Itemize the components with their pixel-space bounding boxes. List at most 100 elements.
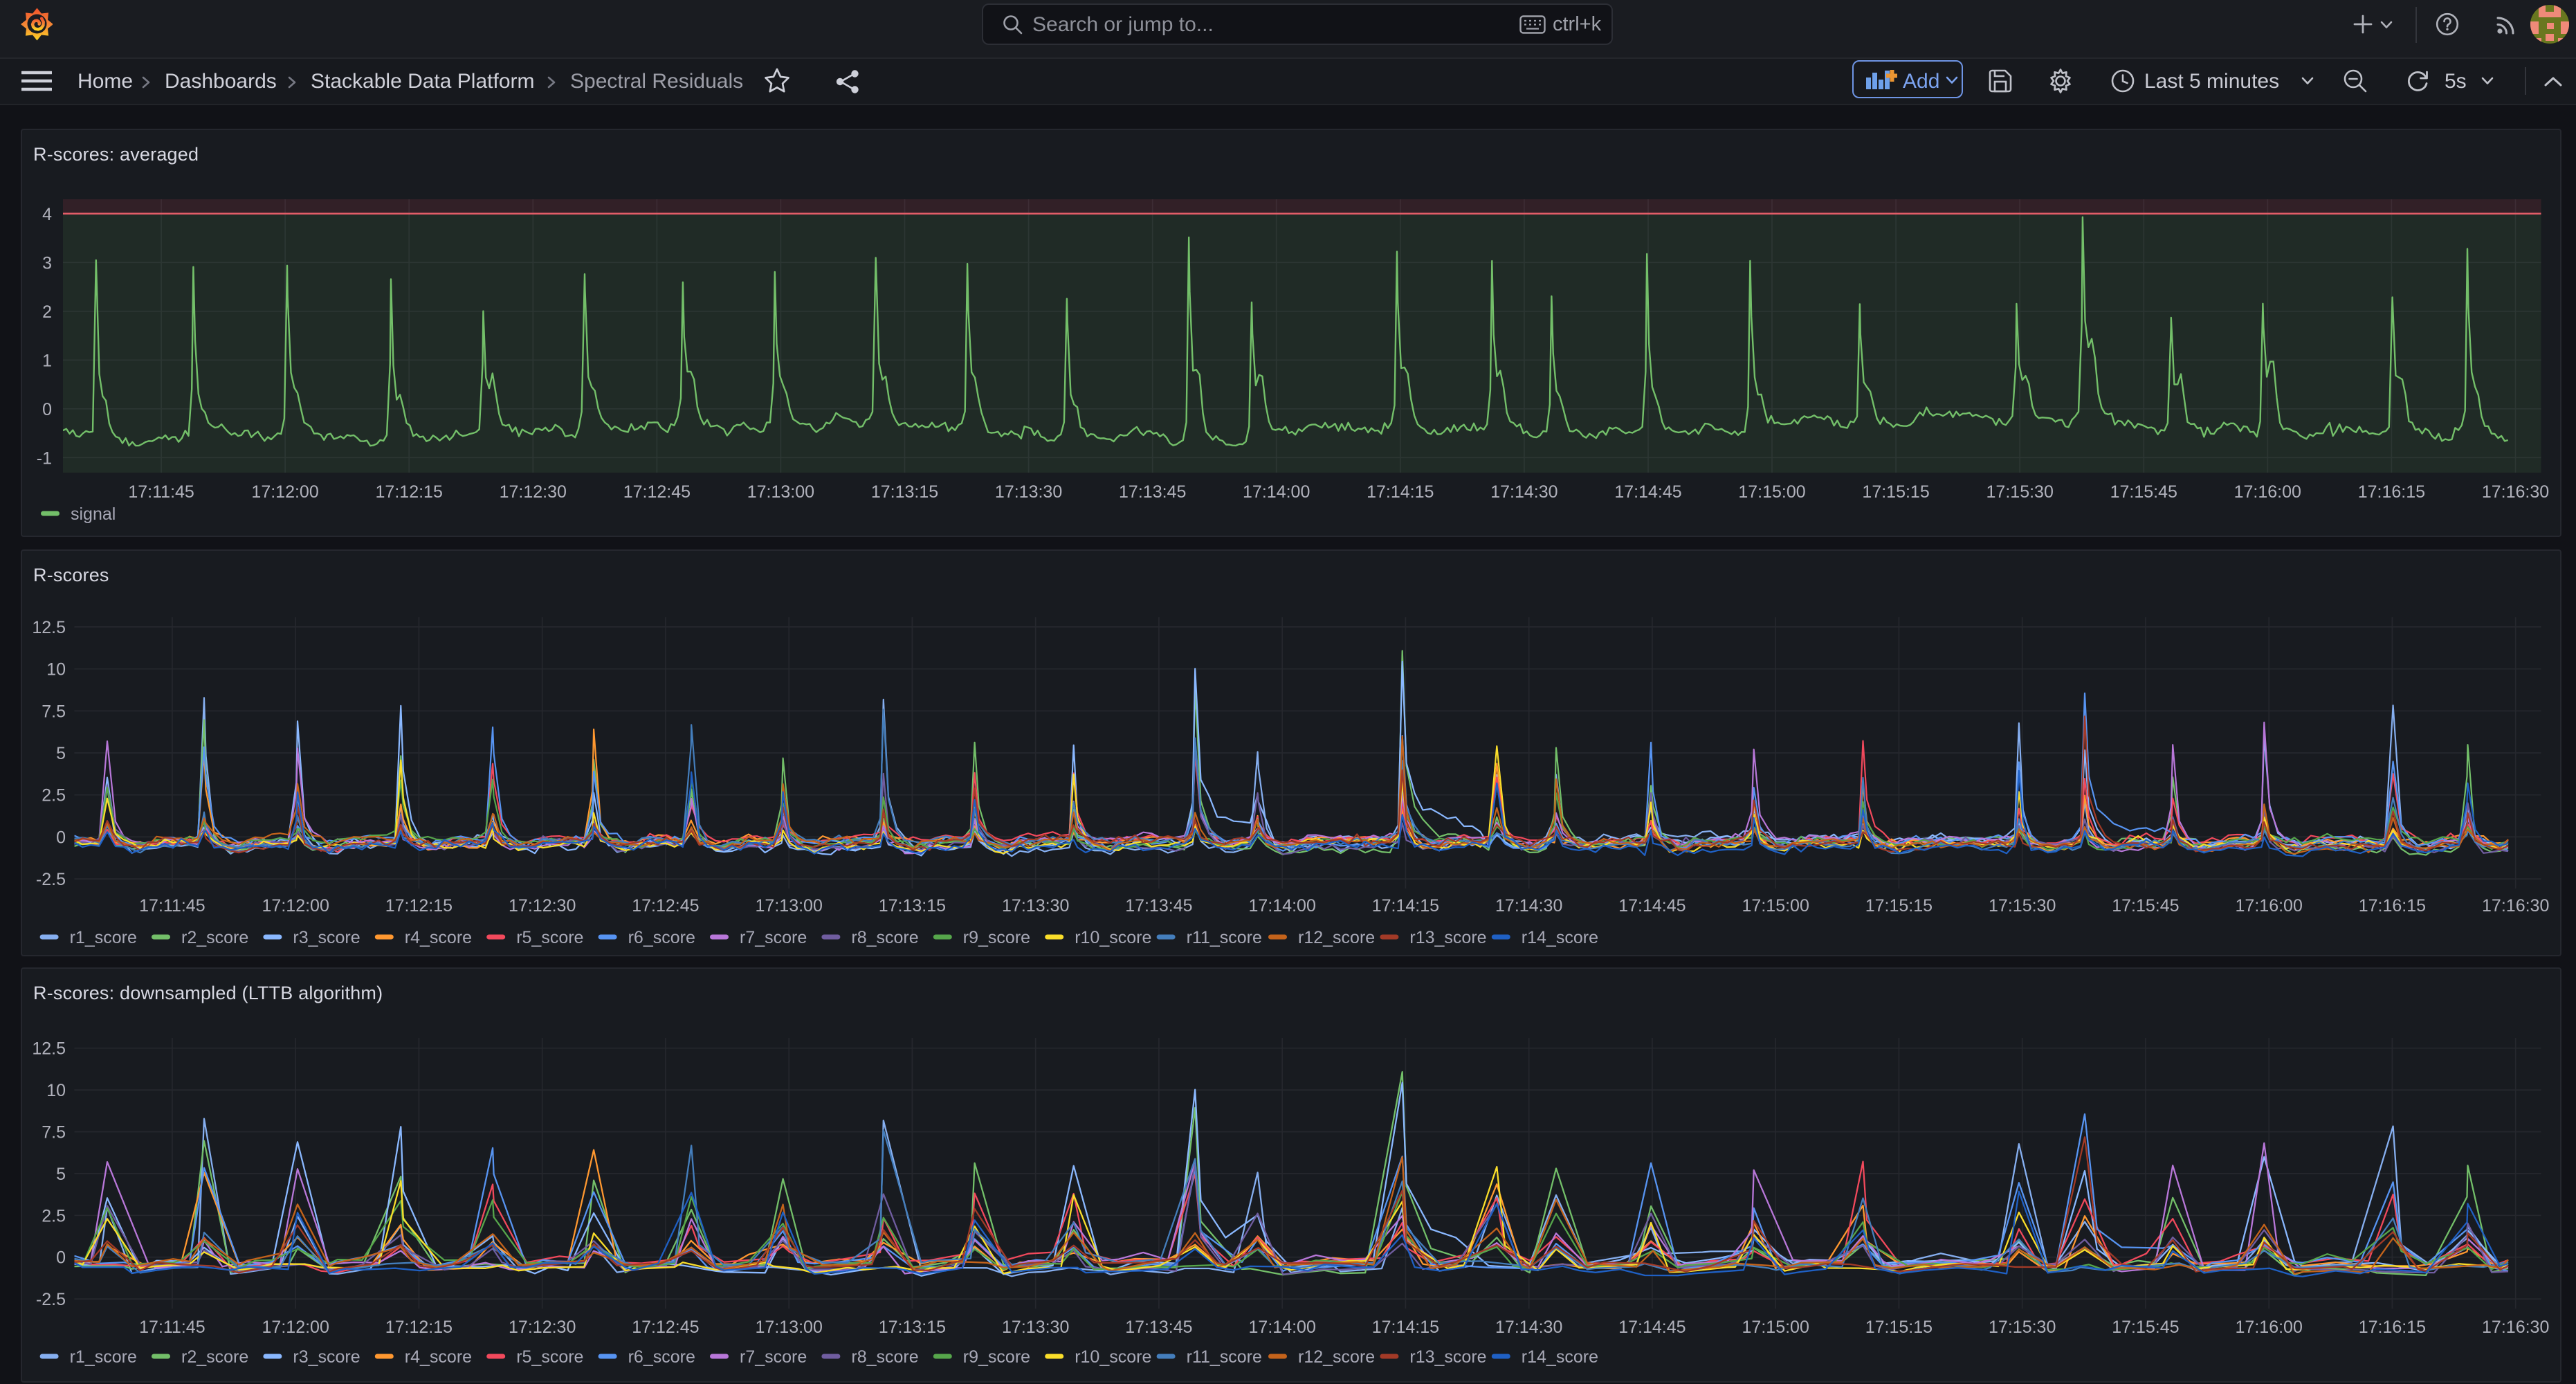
- svg-text:17:14:15: 17:14:15: [1367, 482, 1434, 502]
- svg-text:r10_score: r10_score: [1075, 1347, 1151, 1367]
- svg-text:r11_score: r11_score: [1187, 928, 1262, 947]
- svg-text:r1_score: r1_score: [70, 928, 137, 947]
- svg-text:-2.5: -2.5: [36, 1290, 66, 1309]
- svg-text:17:16:15: 17:16:15: [2359, 1318, 2426, 1337]
- svg-text:17:15:00: 17:15:00: [1738, 482, 1805, 502]
- svg-text:17:12:15: 17:12:15: [376, 482, 443, 502]
- svg-text:r10_score: r10_score: [1075, 928, 1151, 947]
- svg-text:17:12:15: 17:12:15: [385, 896, 453, 916]
- svg-text:r3_score: r3_score: [293, 1347, 360, 1367]
- svg-text:r2_score: r2_score: [181, 928, 248, 947]
- svg-text:r13_score: r13_score: [1409, 928, 1486, 947]
- svg-text:17:14:00: 17:14:00: [1249, 896, 1316, 916]
- svg-text:r9_score: r9_score: [963, 928, 1030, 947]
- svg-text:17:14:15: 17:14:15: [1372, 1318, 1439, 1337]
- svg-text:2.5: 2.5: [42, 1206, 66, 1226]
- svg-text:r5_score: r5_score: [516, 928, 583, 947]
- svg-text:r8_score: r8_score: [851, 928, 918, 947]
- svg-text:17:12:00: 17:12:00: [262, 1318, 329, 1337]
- svg-text:17:14:30: 17:14:30: [1490, 482, 1558, 502]
- svg-text:1: 1: [42, 351, 52, 370]
- svg-text:17:11:45: 17:11:45: [139, 1318, 205, 1337]
- svg-text:r4_score: r4_score: [405, 928, 472, 947]
- svg-text:3: 3: [42, 253, 52, 273]
- svg-text:17:12:00: 17:12:00: [251, 482, 318, 502]
- svg-text:17:15:45: 17:15:45: [2112, 896, 2179, 916]
- svg-text:-1: -1: [37, 448, 52, 468]
- svg-text:17:16:15: 17:16:15: [2359, 896, 2426, 916]
- svg-text:17:16:30: 17:16:30: [2482, 482, 2549, 502]
- svg-text:17:13:30: 17:13:30: [1002, 1318, 1069, 1337]
- svg-text:17:12:15: 17:12:15: [385, 1318, 453, 1337]
- svg-text:17:11:45: 17:11:45: [139, 896, 205, 916]
- svg-text:17:14:30: 17:14:30: [1495, 896, 1562, 916]
- svg-text:17:13:15: 17:13:15: [871, 482, 938, 502]
- svg-text:17:15:45: 17:15:45: [2110, 482, 2177, 502]
- svg-text:7.5: 7.5: [42, 1123, 66, 1142]
- svg-text:r4_score: r4_score: [405, 1347, 472, 1367]
- svg-text:r14_score: r14_score: [1522, 928, 1598, 947]
- svg-text:17:15:15: 17:15:15: [1865, 896, 1933, 916]
- svg-text:17:15:00: 17:15:00: [1742, 1318, 1809, 1337]
- svg-text:17:15:15: 17:15:15: [1865, 1318, 1933, 1337]
- svg-text:17:12:30: 17:12:30: [509, 896, 576, 916]
- svg-text:17:15:15: 17:15:15: [1862, 482, 1929, 502]
- svg-text:0: 0: [56, 828, 66, 847]
- svg-text:17:15:30: 17:15:30: [1986, 482, 2054, 502]
- svg-text:17:12:45: 17:12:45: [632, 896, 699, 916]
- svg-text:17:14:00: 17:14:00: [1249, 1318, 1316, 1337]
- svg-text:5: 5: [56, 744, 66, 763]
- svg-text:5: 5: [56, 1165, 66, 1184]
- svg-text:r11_score: r11_score: [1187, 1347, 1262, 1367]
- svg-text:17:12:45: 17:12:45: [623, 482, 691, 502]
- svg-text:17:13:45: 17:13:45: [1125, 896, 1192, 916]
- svg-text:17:12:30: 17:12:30: [500, 482, 567, 502]
- svg-text:17:16:30: 17:16:30: [2482, 896, 2549, 916]
- svg-text:r5_score: r5_score: [516, 1347, 583, 1367]
- svg-text:signal: signal: [71, 504, 116, 524]
- svg-text:10: 10: [46, 660, 66, 680]
- svg-text:17:11:45: 17:11:45: [128, 482, 194, 502]
- svg-text:17:15:30: 17:15:30: [1989, 1318, 2056, 1337]
- svg-text:4: 4: [42, 205, 52, 224]
- svg-text:7.5: 7.5: [42, 702, 66, 721]
- svg-text:17:13:00: 17:13:00: [756, 896, 823, 916]
- svg-text:r1_score: r1_score: [70, 1347, 137, 1367]
- svg-text:2: 2: [42, 302, 52, 322]
- svg-text:0: 0: [42, 400, 52, 419]
- svg-text:17:13:15: 17:13:15: [879, 1318, 946, 1337]
- svg-text:r2_score: r2_score: [181, 1347, 248, 1367]
- svg-text:r8_score: r8_score: [851, 1347, 918, 1367]
- svg-text:17:13:45: 17:13:45: [1125, 1318, 1192, 1337]
- svg-text:17:14:45: 17:14:45: [1614, 482, 1681, 502]
- svg-text:17:16:00: 17:16:00: [2234, 482, 2301, 502]
- svg-text:r13_score: r13_score: [1409, 1347, 1486, 1367]
- svg-text:17:13:30: 17:13:30: [1002, 896, 1069, 916]
- svg-text:17:13:00: 17:13:00: [747, 482, 814, 502]
- svg-text:17:13:30: 17:13:30: [995, 482, 1062, 502]
- svg-text:-2.5: -2.5: [36, 870, 66, 889]
- svg-text:r6_score: r6_score: [628, 928, 695, 947]
- svg-text:r7_score: r7_score: [740, 1347, 807, 1367]
- svg-text:r6_score: r6_score: [628, 1347, 695, 1367]
- svg-text:r12_score: r12_score: [1298, 1347, 1375, 1367]
- svg-text:17:14:45: 17:14:45: [1618, 1318, 1686, 1337]
- svg-text:12.5: 12.5: [32, 618, 66, 637]
- svg-text:17:15:00: 17:15:00: [1742, 896, 1809, 916]
- svg-text:17:14:30: 17:14:30: [1495, 1318, 1562, 1337]
- svg-text:17:14:45: 17:14:45: [1618, 896, 1686, 916]
- svg-text:17:16:15: 17:16:15: [2358, 482, 2425, 502]
- svg-text:17:14:15: 17:14:15: [1372, 896, 1439, 916]
- svg-text:2.5: 2.5: [42, 786, 66, 805]
- svg-text:r3_score: r3_score: [293, 928, 360, 947]
- svg-text:17:13:15: 17:13:15: [879, 896, 946, 916]
- svg-text:17:15:45: 17:15:45: [2112, 1318, 2179, 1337]
- svg-text:12.5: 12.5: [32, 1039, 66, 1059]
- svg-text:17:16:30: 17:16:30: [2482, 1318, 2549, 1337]
- svg-text:17:12:45: 17:12:45: [632, 1318, 699, 1337]
- svg-text:17:14:00: 17:14:00: [1243, 482, 1310, 502]
- svg-text:17:16:00: 17:16:00: [2236, 896, 2303, 916]
- svg-text:17:16:00: 17:16:00: [2236, 1318, 2303, 1337]
- svg-text:r7_score: r7_score: [740, 928, 807, 947]
- svg-text:17:12:30: 17:12:30: [509, 1318, 576, 1337]
